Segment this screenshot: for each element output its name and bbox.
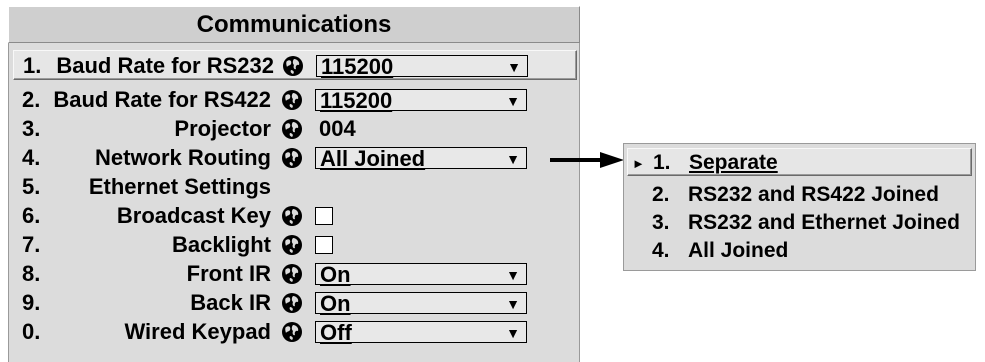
- menu-row-label: Wired Keypad: [124, 319, 271, 344]
- dropdown-value: On: [320, 291, 351, 316]
- menu-row-number: 8.: [22, 261, 41, 286]
- menu-row[interactable]: 2. Baud Rate for RS422 115200 ▼: [9, 85, 579, 115]
- option-number: 3.: [652, 211, 670, 234]
- menu-row-label: Baud Rate for RS232: [56, 53, 274, 78]
- menu-row-label: Baud Rate for RS422: [53, 87, 271, 112]
- option-label: RS232 and Ethernet Joined: [688, 211, 960, 234]
- dropdown-value: On: [320, 262, 351, 287]
- menu-row-number: 7.: [22, 232, 41, 257]
- right-arrow-icon: [550, 152, 624, 168]
- dropdown-value: All Joined: [320, 146, 426, 171]
- value-dropdown[interactable]: All Joined ▼: [315, 146, 527, 171]
- menu-row[interactable]: 1. Baud Rate for RS232 115200 ▼: [13, 50, 577, 80]
- option-label: RS232 and RS422 Joined: [688, 183, 939, 206]
- globe-icon: [281, 321, 303, 343]
- value-dropdown[interactable]: 115200 ▼: [316, 54, 528, 79]
- menu-row-number: 4.: [22, 145, 41, 170]
- menu-row-number: 3.: [22, 116, 41, 141]
- menu-row[interactable]: 3. Projector 004: [9, 114, 579, 144]
- menu-row-label: Front IR: [186, 261, 271, 286]
- menu-row-label: Backlight: [171, 232, 271, 257]
- dropdown-arrow-icon: ▼: [506, 93, 520, 109]
- value-dropdown[interactable]: Off ▼: [315, 320, 527, 345]
- globe-icon: [281, 118, 303, 140]
- menu-title: Communications: [8, 6, 580, 43]
- option-label: Separate: [689, 151, 778, 174]
- globe-icon: [281, 205, 303, 227]
- dropdown-arrow-icon: ▼: [506, 325, 520, 341]
- option-label: All Joined: [688, 239, 789, 262]
- dropdown-value: 115200: [321, 54, 394, 79]
- checkbox[interactable]: [315, 207, 333, 225]
- dropdown-arrow-icon: ▼: [506, 296, 520, 312]
- globe-icon: [281, 147, 303, 169]
- dropdown-arrow-icon: ▼: [506, 151, 520, 167]
- globe-icon: [281, 263, 303, 285]
- menu-row[interactable]: 6. Broadcast Key: [9, 201, 579, 231]
- dropdown-value: Off: [320, 320, 352, 345]
- menu-row-label: Ethernet Settings: [88, 174, 271, 199]
- menu-row-label: Back IR: [190, 290, 271, 315]
- globe-icon: [281, 89, 303, 111]
- option-item[interactable]: 2. RS232 and RS422 Joined: [624, 181, 975, 209]
- value-dropdown[interactable]: 115200 ▼: [315, 88, 527, 113]
- menu-row-number: 6.: [22, 203, 41, 228]
- menu-row-value[interactable]: 004: [319, 114, 356, 144]
- selection-pointer-icon: ►: [632, 156, 645, 171]
- option-item[interactable]: ► 1. Separate: [627, 148, 972, 176]
- menu-row[interactable]: 9. Back IR On ▼: [9, 288, 579, 318]
- value-dropdown[interactable]: On ▼: [315, 262, 527, 287]
- menu-row-number: 2.: [22, 87, 41, 112]
- menu-row-label: Network Routing: [95, 145, 271, 170]
- menu-row-number: 9.: [22, 290, 41, 315]
- globe-icon: [281, 234, 303, 256]
- dropdown-arrow-icon: ▼: [507, 59, 521, 75]
- checkbox[interactable]: [315, 236, 333, 254]
- menu-row[interactable]: 5. Ethernet Settings: [9, 172, 579, 202]
- value-dropdown[interactable]: On ▼: [315, 291, 527, 316]
- network-routing-options: ► 1. Separate 2. RS232 and RS422 Joined 3. RS2…: [623, 143, 976, 271]
- option-number: 4.: [652, 239, 670, 262]
- globe-icon: [282, 55, 304, 77]
- dropdown-value: 115200: [320, 88, 393, 113]
- option-item[interactable]: 4. All Joined: [624, 237, 975, 265]
- menu-row-label: Broadcast Key: [116, 203, 271, 228]
- globe-icon: [281, 292, 303, 314]
- menu-row[interactable]: 4. Network Routing All Joined ▼: [9, 143, 579, 173]
- menu-row-number: 0.: [22, 319, 41, 344]
- dropdown-arrow-icon: ▼: [506, 267, 520, 283]
- menu-row-label: Projector: [174, 116, 271, 141]
- menu-row[interactable]: 7. Backlight: [9, 230, 579, 260]
- option-number: 2.: [652, 183, 670, 206]
- menu-row[interactable]: 8. Front IR On ▼: [9, 259, 579, 289]
- option-number: 1.: [653, 151, 671, 174]
- option-item[interactable]: 3. RS232 and Ethernet Joined: [624, 209, 975, 237]
- menu-row-number: 1.: [23, 53, 42, 78]
- communications-menu: Communications 1. Baud Rate for RS232 1152…: [8, 6, 580, 362]
- menu-row-number: 5.: [22, 174, 41, 199]
- menu-row[interactable]: 0. Wired Keypad Off ▼: [9, 317, 579, 347]
